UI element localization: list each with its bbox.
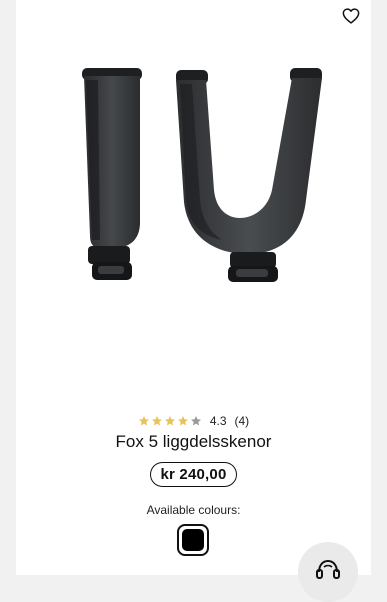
- wishlist-button[interactable]: [339, 4, 363, 28]
- rating-value: 4.3: [209, 414, 227, 428]
- product-rating[interactable]: 4.3 (4): [16, 414, 371, 428]
- right-rail: [176, 68, 322, 282]
- headset-icon: [316, 559, 340, 579]
- rating-count: (4): [234, 414, 250, 428]
- colour-swatch-black[interactable]: [177, 524, 209, 556]
- price-container: kr 240,00: [16, 462, 371, 487]
- product-price: kr 240,00: [150, 462, 237, 487]
- star-icon: [164, 416, 175, 426]
- left-rail: [82, 68, 142, 280]
- star-empty-icon: [190, 416, 201, 426]
- star-icon: [138, 416, 149, 426]
- star-icon: [151, 416, 162, 426]
- swatch-fill: [182, 529, 204, 551]
- product-card: 4.3 (4) Fox 5 liggdelsskenor kr 240,00 A…: [16, 0, 371, 575]
- heart-outline-icon: [342, 8, 360, 24]
- customer-support-button[interactable]: [298, 542, 358, 602]
- available-colours-label: Available colours:: [146, 503, 241, 517]
- star-icon: [177, 416, 188, 426]
- product-image[interactable]: [16, 40, 371, 300]
- rating-stars: [138, 415, 202, 427]
- product-title[interactable]: Fox 5 liggdelsskenor: [16, 432, 371, 452]
